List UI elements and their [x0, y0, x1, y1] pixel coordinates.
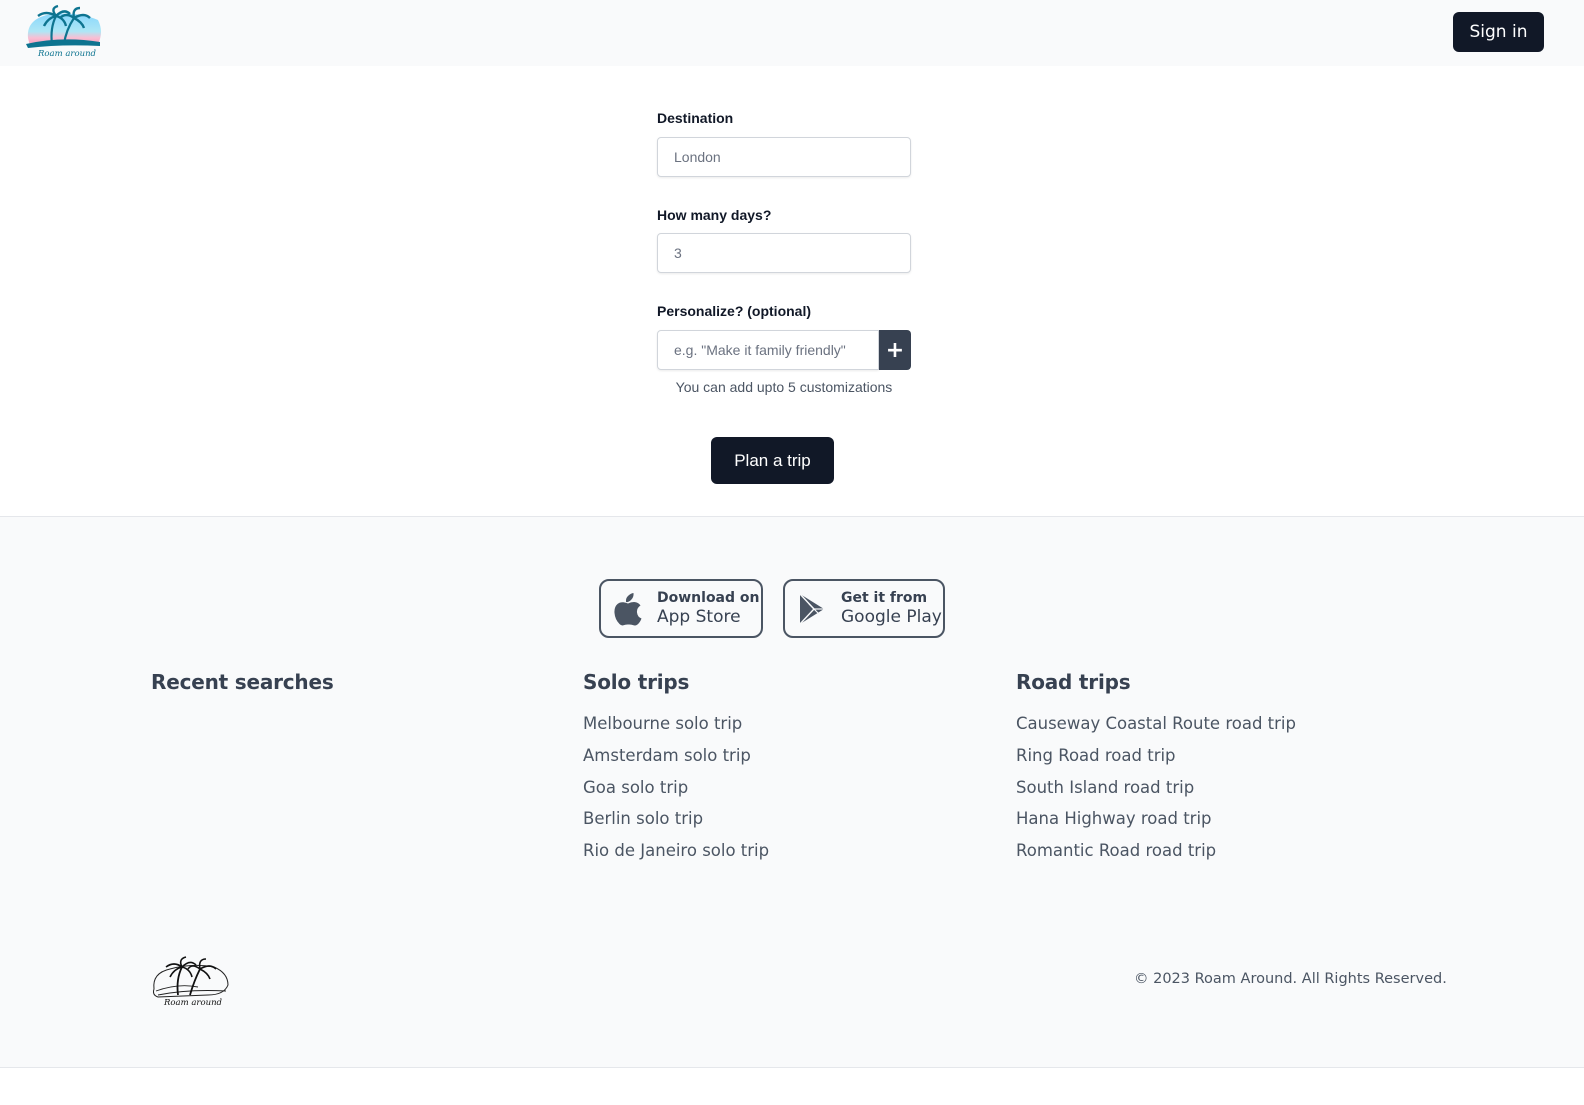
recent-searches-section: Recent searches — [151, 667, 334, 708]
recent-searches-title: Recent searches — [151, 670, 334, 694]
solo-trip-link[interactable]: Rio de Janeiro solo trip — [583, 841, 769, 860]
road-trips-list: Causeway Coastal Route road trip Ring Ro… — [1016, 708, 1296, 867]
road-trips-title: Road trips — [1016, 670, 1131, 694]
app-store-small-text: Download on — [657, 589, 760, 606]
apple-icon — [614, 592, 642, 626]
google-play-small-text: Get it from — [841, 589, 928, 606]
list-item: Causeway Coastal Route road trip — [1016, 708, 1296, 740]
road-trip-link[interactable]: Romantic Road road trip — [1016, 841, 1216, 860]
plan-trip-button[interactable]: Plan a trip — [711, 437, 834, 484]
copyright-text: © 2023 Roam Around. All Rights Reserved. — [1134, 971, 1447, 987]
list-item: Melbourne solo trip — [583, 708, 769, 740]
road-trip-link[interactable]: South Island road trip — [1016, 778, 1194, 797]
list-item: Hana Highway road trip — [1016, 803, 1296, 835]
google-play-button[interactable]: Get it from Google Play — [783, 579, 945, 638]
solo-trips-section: Solo trips Melbourne solo trip Amsterdam… — [583, 667, 769, 867]
road-trip-link[interactable]: Hana Highway road trip — [1016, 809, 1212, 828]
sign-in-button[interactable]: Sign in — [1453, 12, 1544, 52]
add-customization-button[interactable]: + — [879, 330, 911, 370]
footer-logo[interactable]: Roam around — [148, 953, 232, 1011]
roam-around-logo[interactable]: Roam around — [22, 4, 104, 60]
list-item: Berlin solo trip — [583, 803, 769, 835]
customization-hint: You can add upto 5 customizations — [675, 379, 893, 395]
solo-trip-link[interactable]: Amsterdam solo trip — [583, 746, 751, 765]
play-store-icon — [799, 593, 824, 624]
google-play-big-text: Google Play — [841, 606, 942, 627]
app-store-button[interactable]: Download on App Store — [599, 579, 763, 638]
solo-trips-list: Melbourne solo trip Amsterdam solo trip … — [583, 708, 769, 867]
days-input[interactable] — [657, 233, 911, 273]
svg-text:Roam around: Roam around — [37, 49, 97, 59]
palm-tree-logo-icon: Roam around — [153, 956, 229, 1008]
list-item: Rio de Janeiro solo trip — [583, 835, 769, 867]
list-item: Romantic Road road trip — [1016, 835, 1296, 867]
svg-text:Roam around: Roam around — [163, 998, 223, 1008]
palm-tree-logo-icon: Roam around — [26, 4, 101, 59]
list-item: Amsterdam solo trip — [583, 740, 769, 772]
list-item: South Island road trip — [1016, 772, 1296, 804]
solo-trip-link[interactable]: Goa solo trip — [583, 778, 688, 797]
solo-trip-link[interactable]: Melbourne solo trip — [583, 714, 742, 733]
app-store-big-text: App Store — [657, 606, 741, 627]
destination-label: Destination — [657, 110, 734, 126]
days-label: How many days? — [657, 207, 772, 223]
list-item: Ring Road road trip — [1016, 740, 1296, 772]
road-trips-section: Road trips Causeway Coastal Route road t… — [1016, 667, 1296, 867]
site-footer: Download on App Store Get it from Google… — [0, 516, 1584, 1068]
solo-trip-link[interactable]: Berlin solo trip — [583, 809, 703, 828]
road-trip-link[interactable]: Ring Road road trip — [1016, 746, 1176, 765]
solo-trips-title: Solo trips — [583, 670, 690, 694]
destination-input[interactable] — [657, 137, 911, 177]
list-item: Goa solo trip — [583, 772, 769, 804]
top-header: Roam around Sign in — [0, 0, 1584, 66]
personalize-input[interactable] — [657, 330, 879, 370]
personalize-label: Personalize? (optional) — [657, 303, 812, 319]
plus-icon: + — [885, 337, 905, 363]
personalize-row: + — [657, 330, 911, 370]
road-trip-link[interactable]: Causeway Coastal Route road trip — [1016, 714, 1296, 733]
